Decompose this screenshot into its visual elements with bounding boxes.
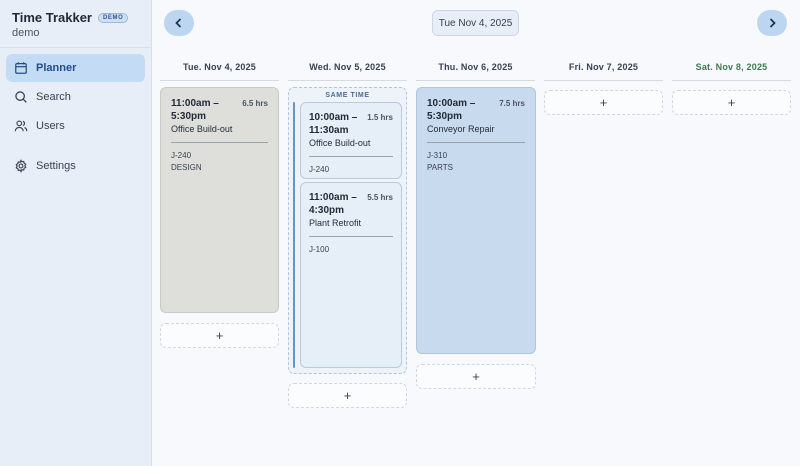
job-time: 11:00am – 5:30pm (171, 98, 219, 122)
gear-icon (15, 159, 27, 173)
sidebar-item-planner[interactable]: Planner (6, 54, 145, 82)
previous-day-button[interactable] (164, 10, 194, 36)
job-tag: DESIGN (171, 163, 202, 172)
sidebar-item-label: Search (36, 91, 71, 103)
add-job-button-tue[interactable]: + (160, 323, 279, 348)
job-time: 10:00am – 11:30am (309, 112, 358, 136)
job-name: Conveyor Repair (427, 124, 495, 134)
search-icon (15, 91, 27, 103)
job-code: J-240 (171, 151, 192, 160)
job-code: J-100 (309, 245, 330, 254)
job-hours: 7.5 hrs (499, 99, 525, 108)
sidebar-item-settings[interactable]: Settings (6, 152, 145, 180)
sidebar-nav: Planner Search Users Settings (0, 48, 151, 187)
sidebar-item-users[interactable]: Users (6, 112, 145, 140)
job-code: J-240 (309, 165, 330, 174)
job-card-wed-b[interactable]: 11:00am – 4:30pm 5.5 hrs Plant Retrofit … (300, 182, 402, 368)
job-time: 11:00am – 4:30pm (309, 192, 357, 216)
sidebar-item-label: Settings (36, 160, 76, 172)
users-icon (14, 120, 28, 132)
sidebar-item-label: Users (36, 120, 65, 132)
demo-badge: DEMO (97, 12, 129, 23)
job-name: Plant Retrofit (309, 218, 362, 228)
job-name: Office Build-out (309, 138, 371, 148)
add-job-button-sat[interactable]: + (672, 90, 791, 115)
date-picker-button[interactable]: Tue Nov 4, 2025 (432, 10, 519, 36)
day-header-sat: Sat. Nov 8, 2025 (672, 62, 791, 81)
chevron-left-icon (175, 18, 182, 28)
job-name: Office Build-out (171, 124, 233, 134)
user-name: demo (12, 27, 40, 39)
brand: Time Trakker DEMO demo (0, 0, 151, 48)
card-divider (171, 142, 268, 143)
day-header-thu: Thu. Nov 6, 2025 (416, 62, 535, 81)
day-header-wed: Wed. Nov 5, 2025 (288, 62, 407, 81)
job-code: J-310 (427, 151, 448, 160)
sidebar-item-search[interactable]: Search (6, 83, 145, 111)
same-time-bar (293, 102, 295, 368)
card-divider (427, 142, 525, 143)
job-card-thu[interactable]: 10:00am – 5:30pm 7.5 hrs Conveyor Repair… (416, 87, 536, 354)
day-header-fri: Fri. Nov 7, 2025 (544, 62, 663, 81)
next-day-button[interactable] (757, 10, 787, 36)
job-hours: 6.5 hrs (242, 99, 268, 108)
job-tag: PARTS (427, 163, 453, 172)
job-hours: 5.5 hrs (367, 193, 393, 202)
app-title: Time Trakker (12, 10, 92, 25)
sidebar-item-label: Planner (36, 62, 77, 74)
card-divider (309, 156, 393, 157)
job-card-tue[interactable]: 11:00am – 5:30pm 6.5 hrs Office Build-ou… (160, 87, 279, 313)
add-job-button-fri[interactable]: + (544, 90, 663, 115)
same-time-label: SAME TIME (325, 92, 370, 99)
add-job-button-wed[interactable]: + (288, 383, 407, 408)
job-card-wed-a[interactable]: 10:00am – 11:30am 1.5 hrs Office Build-o… (300, 102, 402, 179)
job-hours: 1.5 hrs (367, 113, 393, 122)
sidebar: Time Trakker DEMO demo Planner Search Us… (0, 0, 152, 466)
add-job-button-thu[interactable]: + (416, 364, 536, 389)
chevron-right-icon (769, 18, 776, 28)
calendar-icon (15, 62, 27, 74)
day-header-tue: Tue. Nov 4, 2025 (160, 62, 279, 81)
card-divider (309, 236, 393, 237)
job-time: 10:00am – 5:30pm (427, 98, 476, 122)
